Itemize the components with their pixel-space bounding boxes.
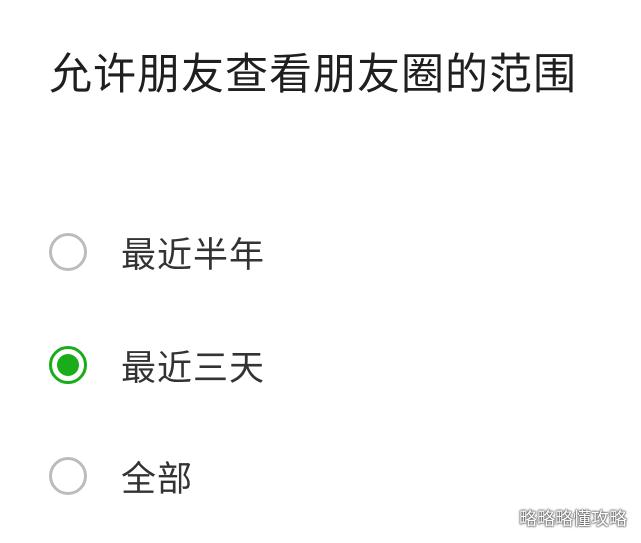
option-last-three-days[interactable]: 最近三天 xyxy=(49,335,549,395)
watermark-text: 略略略懂攻略 xyxy=(519,509,627,530)
option-all[interactable]: 全部 xyxy=(49,446,549,506)
option-last-six-months[interactable]: 最近半年 xyxy=(49,222,549,282)
radio-unchecked-icon[interactable] xyxy=(49,233,87,271)
wechat-icon xyxy=(487,508,513,527)
radio-checked-icon[interactable] xyxy=(49,346,87,384)
visibility-range-dialog: 允许朋友查看朋友圈的范围 最近半年 最近三天 全部 xyxy=(0,0,641,543)
option-label: 全部 xyxy=(121,459,194,500)
option-label: 最近三天 xyxy=(121,348,266,389)
radio-unchecked-icon[interactable] xyxy=(49,457,87,495)
dialog-title: 允许朋友查看朋友圈的范围 xyxy=(49,50,577,100)
option-label: 最近半年 xyxy=(121,235,266,276)
watermark: 略略略懂攻略 xyxy=(487,505,627,531)
